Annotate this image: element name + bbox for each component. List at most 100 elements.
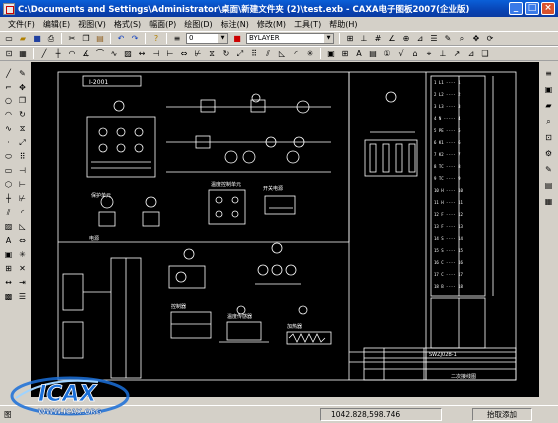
maximize-button[interactable]: □: [525, 2, 539, 15]
offset-tool-icon[interactable]: ⫽: [3, 207, 14, 218]
menu-format[interactable]: 格式(S): [110, 19, 145, 30]
arc-tool-icon[interactable]: ◠: [3, 109, 14, 120]
curve-icon[interactable]: ∿: [109, 48, 120, 59]
datum-icon[interactable]: ⊥: [438, 48, 449, 59]
break-tool-icon[interactable]: ⊬: [17, 193, 28, 204]
copy-tool-icon[interactable]: ❐: [17, 95, 28, 106]
stretch-icon[interactable]: ⇔: [179, 48, 190, 59]
property-tool-icon[interactable]: ☰: [17, 291, 28, 302]
extend-tool-icon[interactable]: ⊢: [17, 179, 28, 190]
redraw-icon[interactable]: ⟳: [485, 33, 496, 44]
layer-manager-icon[interactable]: ≡: [543, 68, 554, 79]
cut-icon[interactable]: ✂: [67, 33, 78, 44]
track-icon[interactable]: ⊕: [401, 33, 412, 44]
match-icon[interactable]: ✎: [443, 33, 454, 44]
app-icon[interactable]: [3, 2, 15, 15]
menu-tools[interactable]: 工具(T): [290, 19, 325, 30]
lengthen-tool-icon[interactable]: ⇥: [17, 277, 28, 288]
sheet-icon[interactable]: ❑: [480, 48, 491, 59]
section-icon[interactable]: ⊿: [466, 48, 477, 59]
ellipse-tool-icon[interactable]: ⬭: [3, 151, 14, 162]
snap-icon[interactable]: ⊞: [345, 33, 356, 44]
spline-tool-icon[interactable]: ∿: [3, 123, 14, 134]
insert-icon[interactable]: ⊞: [340, 48, 351, 59]
circle-tool-icon[interactable]: ○: [3, 95, 14, 106]
chamfer-tool-icon[interactable]: ◺: [17, 221, 28, 232]
paste-icon[interactable]: ▤: [95, 33, 106, 44]
stretch-tool-icon[interactable]: ⇔: [17, 235, 28, 246]
mirror-tool-icon[interactable]: ⧖: [17, 123, 28, 134]
scale-tool-icon[interactable]: ⤢: [17, 137, 28, 148]
polar-icon[interactable]: ∠: [387, 33, 398, 44]
hatch-tool-icon[interactable]: ▨: [3, 221, 14, 232]
balloon-icon[interactable]: ①: [382, 48, 393, 59]
trim-tool-icon[interactable]: ⊣: [17, 165, 28, 176]
undo-icon[interactable]: ↶: [116, 33, 127, 44]
block-tool-icon[interactable]: ▣: [3, 249, 14, 260]
scale-icon[interactable]: ⤢: [235, 48, 246, 59]
polyline-tool-icon[interactable]: ⌐: [3, 82, 14, 93]
bom-edit-icon[interactable]: ▦: [543, 196, 554, 207]
help-icon[interactable]: ?: [151, 33, 162, 44]
polygon-tool-icon[interactable]: ⬡: [3, 179, 14, 190]
text-tool-icon[interactable]: A: [3, 235, 14, 246]
text-icon[interactable]: A: [354, 48, 365, 59]
zoom-window-icon[interactable]: ⌕: [543, 116, 554, 127]
frame-icon[interactable]: ⊡: [4, 48, 15, 59]
array-icon[interactable]: ⠿: [249, 48, 260, 59]
library-icon[interactable]: ▣: [543, 84, 554, 95]
arc-icon[interactable]: ◠: [67, 48, 78, 59]
pick-mode-toggle[interactable]: 抬取添加: [472, 408, 532, 421]
hatch-icon[interactable]: ▨: [123, 48, 134, 59]
menu-modify[interactable]: 修改(M): [253, 19, 290, 30]
titleblock-icon[interactable]: ▦: [18, 48, 29, 59]
explode-tool-icon[interactable]: ✳: [17, 249, 28, 260]
move-tool-icon[interactable]: ✥: [17, 82, 28, 93]
trim-icon[interactable]: ⊣: [151, 48, 162, 59]
fillet-icon[interactable]: ◜: [291, 48, 302, 59]
line-icon[interactable]: ╱: [39, 48, 50, 59]
insert-tool-icon[interactable]: ⊞: [3, 263, 14, 274]
tolerance-icon[interactable]: ⌖: [424, 48, 435, 59]
part-library-icon[interactable]: ⚙: [543, 148, 554, 159]
break-icon[interactable]: ⊬: [193, 48, 204, 59]
extend-icon[interactable]: ⊢: [165, 48, 176, 59]
menu-dimension[interactable]: 标注(N): [217, 19, 253, 30]
measure-icon[interactable]: ⊿: [415, 33, 426, 44]
explode-icon[interactable]: ✳: [305, 48, 316, 59]
zoom-icon[interactable]: ⌕: [457, 33, 468, 44]
point-tool-icon[interactable]: ·: [3, 137, 14, 148]
dim-tool-icon[interactable]: ↔: [3, 277, 14, 288]
minimize-button[interactable]: _: [509, 2, 523, 15]
mirror-icon[interactable]: ⧖: [207, 48, 218, 59]
copy-icon[interactable]: ❐: [81, 33, 92, 44]
table-icon[interactable]: ▤: [368, 48, 379, 59]
array-tool-icon[interactable]: ⠿: [17, 151, 28, 162]
menu-sheet[interactable]: 幅面(P): [145, 19, 180, 30]
rect-tool-icon[interactable]: ▭: [3, 165, 14, 176]
zoom-all-icon[interactable]: ⊡: [543, 132, 554, 143]
linetype-select[interactable]: BYLAYER: [246, 33, 334, 44]
chamfer-icon[interactable]: ◺: [277, 48, 288, 59]
leader-icon[interactable]: ↗: [452, 48, 463, 59]
fillet-tool-icon[interactable]: ◜: [17, 207, 28, 218]
menu-edit[interactable]: 编辑(E): [39, 19, 74, 30]
print-icon[interactable]: ⎙: [46, 33, 57, 44]
roughness-icon[interactable]: √: [396, 48, 407, 59]
angle-icon[interactable]: ∡: [81, 48, 92, 59]
symbol-library-icon[interactable]: ✎: [543, 164, 554, 175]
drawing-canvas[interactable]: 1 L1 ---- 1 2 L2 ---- 2 3 L3 ---- 3 4 N …: [31, 62, 539, 397]
grid-icon[interactable]: #: [373, 33, 384, 44]
image-tool-icon[interactable]: ▩: [3, 291, 14, 302]
new-file-icon[interactable]: ▭: [4, 33, 15, 44]
color-icon[interactable]: ■: [232, 33, 243, 44]
rotate-icon[interactable]: ↻: [221, 48, 232, 59]
open-folder-icon[interactable]: ▰: [18, 33, 29, 44]
block-icon[interactable]: ▣: [326, 48, 337, 59]
ortho-icon[interactable]: ⊥: [359, 33, 370, 44]
erase-tool-icon[interactable]: ✕: [17, 263, 28, 274]
pan-icon[interactable]: ✥: [471, 33, 482, 44]
menu-help[interactable]: 帮助(H): [325, 19, 361, 30]
menu-file[interactable]: 文件(F): [4, 19, 39, 30]
redo-icon[interactable]: ↷: [130, 33, 141, 44]
